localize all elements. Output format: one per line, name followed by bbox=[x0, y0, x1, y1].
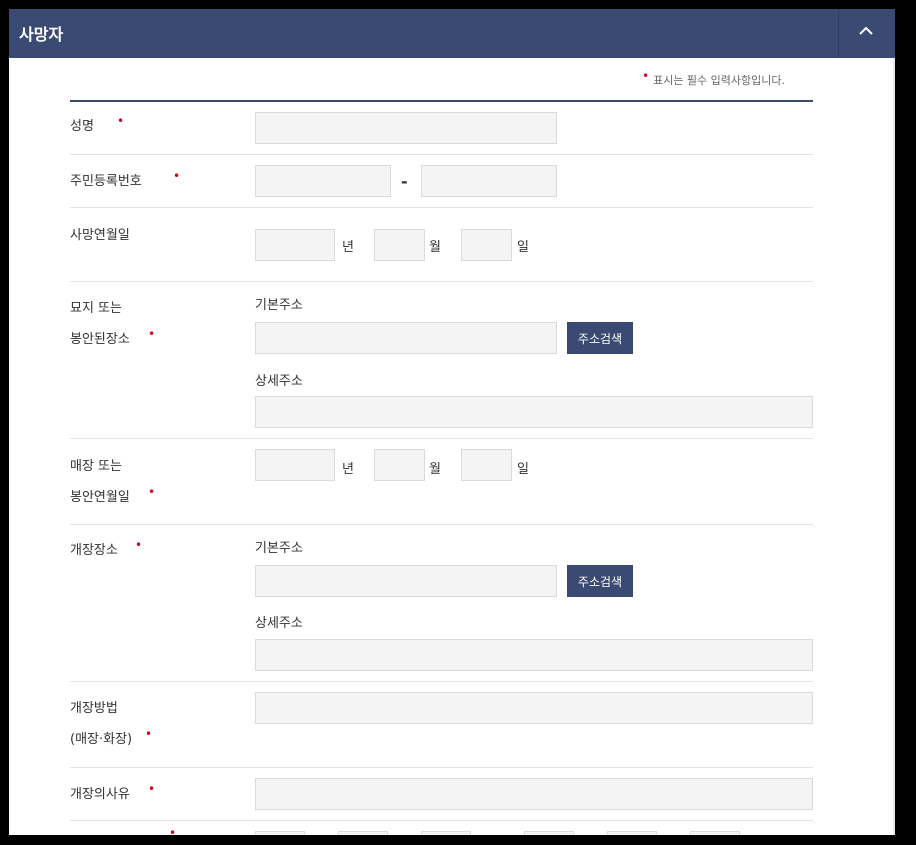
row-divider bbox=[70, 154, 813, 155]
row-divider bbox=[70, 681, 813, 682]
rrn-front-input[interactable] bbox=[255, 165, 391, 197]
required-marker: • bbox=[148, 327, 156, 341]
grave-basic-address-label: 기본주소 bbox=[255, 298, 303, 313]
reburial-address-search-button[interactable]: 주소검색 bbox=[567, 565, 633, 597]
required-marker: • bbox=[642, 69, 650, 83]
next-row-input[interactable] bbox=[421, 831, 471, 835]
row-divider bbox=[70, 281, 813, 282]
next-row-input[interactable] bbox=[338, 831, 388, 835]
burial-day-input[interactable] bbox=[461, 449, 512, 481]
reburial-basic-address-input[interactable] bbox=[255, 565, 557, 597]
name-label: 성명 • bbox=[70, 114, 124, 139]
reburial-method-label: 개장방법 (매장·화장) • bbox=[70, 701, 153, 747]
required-note: • 표시는 필수 입력사항입니다. bbox=[642, 69, 786, 88]
grave-basic-address-input[interactable] bbox=[255, 322, 557, 354]
required-marker: • bbox=[117, 114, 125, 128]
death-day-input[interactable] bbox=[461, 229, 512, 261]
row-divider bbox=[70, 438, 813, 439]
year-unit: 년 bbox=[342, 462, 354, 477]
burial-year-input[interactable] bbox=[255, 449, 335, 481]
month-unit: 월 bbox=[429, 240, 441, 255]
next-row-input[interactable] bbox=[524, 831, 574, 835]
day-unit: 일 bbox=[517, 240, 529, 255]
form-top-border bbox=[70, 100, 813, 102]
reburial-place-label: 개장장소 • bbox=[70, 538, 142, 563]
next-row-input[interactable] bbox=[607, 831, 657, 835]
name-input[interactable] bbox=[255, 112, 557, 144]
required-marker: • bbox=[148, 485, 156, 499]
next-row-input[interactable] bbox=[690, 831, 740, 835]
required-note-text: 표시는 필수 입력사항입니다. bbox=[653, 74, 786, 87]
burial-date-label: 매장 또는 봉안연월일 • bbox=[70, 459, 156, 505]
reburial-reason-label: 개장의사유 • bbox=[70, 782, 155, 807]
grave-address-search-button[interactable]: 주소검색 bbox=[567, 322, 633, 354]
section-header: 사망자 bbox=[9, 9, 895, 58]
required-marker: • bbox=[145, 727, 153, 741]
chevron-up-icon bbox=[859, 26, 873, 35]
next-row-input[interactable] bbox=[255, 831, 305, 835]
death-date-label: 사망연월일 bbox=[70, 228, 130, 243]
collapse-button[interactable] bbox=[839, 9, 895, 58]
year-unit: 년 bbox=[342, 240, 354, 255]
rrn-label: 주민등록번호 • bbox=[70, 169, 180, 194]
required-marker: • bbox=[173, 169, 181, 183]
required-marker: • bbox=[148, 782, 156, 796]
row-divider bbox=[70, 767, 813, 768]
deceased-panel: 사망자 • 표시는 필수 입력사항입니다. 성명 • 주민등록번호 • - 사망연월일… bbox=[9, 9, 895, 835]
reburial-basic-address-label: 기본주소 bbox=[255, 541, 303, 556]
reburial-detail-address-input[interactable] bbox=[255, 639, 813, 671]
month-unit: 월 bbox=[429, 462, 441, 477]
required-marker: • bbox=[169, 826, 177, 835]
row-divider bbox=[70, 820, 813, 821]
rrn-back-input[interactable] bbox=[421, 165, 557, 197]
scrollbar-track[interactable] bbox=[893, 58, 895, 835]
reburial-reason-input[interactable] bbox=[255, 778, 813, 810]
rrn-separator: - bbox=[401, 172, 408, 191]
day-unit: 일 bbox=[517, 462, 529, 477]
death-year-input[interactable] bbox=[255, 229, 335, 261]
section-title: 사망자 bbox=[19, 25, 64, 44]
row-divider bbox=[70, 207, 813, 208]
death-month-input[interactable] bbox=[374, 229, 425, 261]
grave-detail-address-input[interactable] bbox=[255, 396, 813, 428]
reburial-detail-address-label: 상세주소 bbox=[255, 616, 303, 631]
required-marker: • bbox=[135, 538, 143, 552]
row-divider bbox=[70, 524, 813, 525]
burial-month-input[interactable] bbox=[374, 449, 425, 481]
grave-detail-address-label: 상세주소 bbox=[255, 374, 303, 389]
grave-place-label: 묘지 또는 봉안된장소 • bbox=[70, 301, 156, 347]
reburial-method-input[interactable] bbox=[255, 692, 813, 724]
